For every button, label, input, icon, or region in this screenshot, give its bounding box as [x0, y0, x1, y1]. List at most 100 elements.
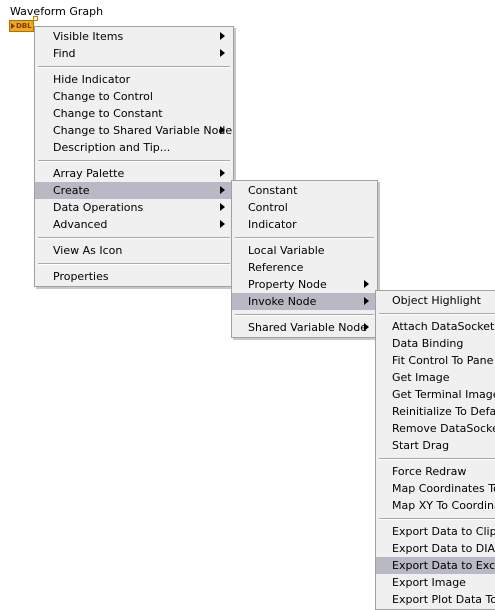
menu-separator: [232, 233, 377, 242]
submenu-arrow-icon: [364, 323, 369, 331]
menu-item-advanced[interactable]: Advanced: [35, 216, 233, 233]
submenu-arrow-icon: [220, 49, 225, 57]
menu-item-visible-items[interactable]: Visible Items: [35, 28, 233, 45]
menu-item-label: Visible Items: [53, 30, 124, 43]
menu-item-description-and-tip[interactable]: Description and Tip...: [35, 139, 233, 156]
menu-item-map-xy-to-coordinates[interactable]: Map XY To Coordinates: [376, 497, 495, 514]
menu-item-label: Map XY To Coordinates: [392, 499, 495, 512]
menu-item-label: Shared Variable Node: [248, 321, 367, 334]
menu-item-data-operations[interactable]: Data Operations: [35, 199, 233, 216]
graph-terminal-icon[interactable]: DBL: [9, 16, 38, 32]
menu-item-label: Hide Indicator: [53, 73, 131, 86]
menu-separator: [376, 309, 495, 318]
menu-item-local-variable[interactable]: Local Variable: [232, 242, 377, 259]
menu-item-label: Properties: [53, 270, 109, 283]
menu-item-label: Reference: [248, 261, 304, 274]
terminal-arrow-icon: [11, 23, 15, 29]
terminal-handle-icon: [33, 16, 38, 21]
menu-item-reinitialize-to-default[interactable]: Reinitialize To Default: [376, 403, 495, 420]
menu-item-label: View As Icon: [53, 244, 123, 257]
menu-item-map-coordinates-to-xy[interactable]: Map Coordinates To XY: [376, 480, 495, 497]
menu-item-change-to-shared-variable-node[interactable]: Change to Shared Variable Node: [35, 122, 233, 139]
menu-item-label: Indicator: [248, 218, 297, 231]
menu-item-label: Control: [248, 201, 288, 214]
submenu-arrow-icon: [220, 126, 225, 134]
menu-item-label: Change to Control: [53, 90, 153, 103]
menu-item-label: Start Drag: [392, 439, 450, 452]
submenu-arrow-icon: [220, 203, 225, 211]
menu-item-label: Get Image: [392, 371, 450, 384]
terminal-type-label: DBL: [16, 22, 32, 30]
menu-item-create[interactable]: Create: [35, 182, 233, 199]
menu-item-label: Fit Control To Pane: [392, 354, 494, 367]
menu-item-reference[interactable]: Reference: [232, 259, 377, 276]
menu-item-export-data-to-excel[interactable]: Export Data to Excel: [376, 557, 495, 574]
menu-item-export-data-to-clipboard[interactable]: Export Data to Clipboard: [376, 523, 495, 540]
menu-item-label: Constant: [248, 184, 298, 197]
submenu-arrow-icon: [364, 280, 369, 288]
menu-separator: [35, 233, 233, 242]
menu-separator: [35, 62, 233, 71]
menu-item-label: Reinitialize To Default: [392, 405, 495, 418]
menu-item-label: Map Coordinates To XY: [392, 482, 495, 495]
submenu-arrow-icon: [220, 220, 225, 228]
menu-item-label: Export Data to Clipboard: [392, 525, 495, 538]
menu-item-shared-variable-node[interactable]: Shared Variable Node: [232, 319, 377, 336]
menu-separator: [376, 454, 495, 463]
menu-item-label: Description and Tip...: [53, 141, 171, 154]
page-title: Waveform Graph: [10, 5, 104, 18]
menu-item-indicator[interactable]: Indicator: [232, 216, 377, 233]
menu-item-constant[interactable]: Constant: [232, 182, 377, 199]
menu-item-export-data-to-diadem[interactable]: Export Data to DIAdem: [376, 540, 495, 557]
menu-item-export-plot-data-to-clipboard[interactable]: Export Plot Data To Clipboard: [376, 591, 495, 608]
menu-separator: [35, 259, 233, 268]
submenu-arrow-icon: [220, 169, 225, 177]
menu-item-label: Array Palette: [53, 167, 125, 180]
menu-item-label: Change to Shared Variable Node: [53, 124, 233, 137]
menu-item-change-to-constant[interactable]: Change to Constant: [35, 105, 233, 122]
menu-item-invoke-node[interactable]: Invoke Node: [232, 293, 377, 310]
context-menu: Visible Items Find Hide Indicator Change to…: [34, 26, 234, 287]
menu-item-properties[interactable]: Properties: [35, 268, 233, 285]
menu-item-array-palette[interactable]: Array Palette: [35, 165, 233, 182]
menu-item-label: Advanced: [53, 218, 108, 231]
menu-item-label: Get Terminal Image: [392, 388, 495, 401]
menu-item-data-binding[interactable]: Data Binding: [376, 335, 495, 352]
menu-item-label: Data Binding: [392, 337, 464, 350]
menu-item-get-image[interactable]: Get Image: [376, 369, 495, 386]
menu-item-remove-datasocket[interactable]: Remove DataSocket: [376, 420, 495, 437]
submenu-arrow-icon: [364, 297, 369, 305]
menu-item-label: Remove DataSocket: [392, 422, 495, 435]
menu-item-label: Export Image: [392, 576, 466, 589]
menu-item-get-terminal-image[interactable]: Get Terminal Image: [376, 386, 495, 403]
menu-item-label: Find: [53, 47, 76, 60]
menu-item-object-highlight[interactable]: Object Highlight: [376, 292, 495, 309]
menu-separator: [35, 156, 233, 165]
menu-item-change-to-control[interactable]: Change to Control: [35, 88, 233, 105]
menu-item-label: Local Variable: [248, 244, 325, 257]
menu-item-fit-control-to-pane[interactable]: Fit Control To Pane: [376, 352, 495, 369]
menu-item-label: Export Data to Excel: [392, 559, 495, 572]
menu-item-hide-indicator[interactable]: Hide Indicator: [35, 71, 233, 88]
create-submenu: Constant Control Indicator Local Variable Re…: [231, 180, 378, 338]
menu-item-force-redraw[interactable]: Force Redraw: [376, 463, 495, 480]
menu-item-attach-datasocket[interactable]: Attach DataSocket: [376, 318, 495, 335]
menu-item-label: Export Data to DIAdem: [392, 542, 495, 555]
menu-item-label: Create: [53, 184, 90, 197]
menu-item-start-drag[interactable]: Start Drag: [376, 437, 495, 454]
menu-separator: [376, 514, 495, 523]
menu-item-property-node[interactable]: Property Node: [232, 276, 377, 293]
menu-item-label: Attach DataSocket: [392, 320, 495, 333]
menu-item-label: Data Operations: [53, 201, 144, 214]
menu-item-label: Object Highlight: [392, 294, 481, 307]
submenu-arrow-icon: [220, 186, 225, 194]
menu-item-view-as-icon[interactable]: View As Icon: [35, 242, 233, 259]
menu-item-control[interactable]: Control: [232, 199, 377, 216]
menu-item-find[interactable]: Find: [35, 45, 233, 62]
menu-item-label: Property Node: [248, 278, 327, 291]
menu-item-export-image[interactable]: Export Image: [376, 574, 495, 591]
menu-item-label: Export Plot Data To Clipboard: [392, 593, 495, 606]
menu-separator: [232, 310, 377, 319]
invoke-node-submenu: Object Highlight Attach DataSocket Data Bi…: [375, 290, 495, 610]
menu-item-label: Force Redraw: [392, 465, 467, 478]
